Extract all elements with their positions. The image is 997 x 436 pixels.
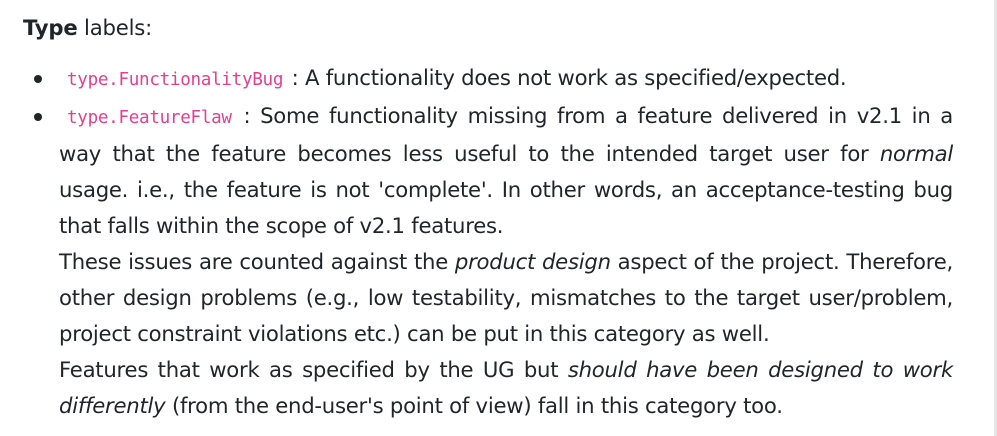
document-content: Type labels: type.FunctionalityBug : A f… xyxy=(23,10,953,424)
description-functionality-bug: : A functionality does not work as speci… xyxy=(285,65,847,90)
heading-bold-term: Type xyxy=(23,15,78,40)
feature-flaw-paragraph-2: These issues are counted against the pro… xyxy=(59,244,953,352)
type-labels-list: type.FunctionalityBug : A functionality … xyxy=(23,60,953,424)
feature-flaw-text-1b: usage. i.e., the feature is not 'complet… xyxy=(59,177,953,238)
feature-flaw-text-2a: These issues are counted against the xyxy=(59,249,455,274)
feature-flaw-text-3b: (from the end-user's point of view) fall… xyxy=(165,393,783,418)
label-code-functionality-bug: type.FunctionalityBug xyxy=(67,70,284,90)
heading-rest: labels: xyxy=(77,15,153,40)
emphasis-normal: normal xyxy=(879,141,953,166)
feature-flaw-paragraph-3: Features that work as specified by the U… xyxy=(59,352,953,424)
emphasis-product-design: product design xyxy=(454,249,611,274)
bullet-icon xyxy=(34,113,42,121)
type-labels-heading: Type labels: xyxy=(23,10,953,46)
feature-flaw-paragraph-1: type.FeatureFlaw : Some functionality mi… xyxy=(59,98,953,244)
list-item-functionality-bug: type.FunctionalityBug : A functionality … xyxy=(23,60,953,98)
list-item-feature-flaw: type.FeatureFlaw : Some functionality mi… xyxy=(23,98,953,424)
label-code-feature-flaw: type.FeatureFlaw xyxy=(67,108,232,128)
feature-flaw-text-3a: Features that work as specified by the U… xyxy=(59,357,568,382)
bullet-icon xyxy=(34,75,42,83)
